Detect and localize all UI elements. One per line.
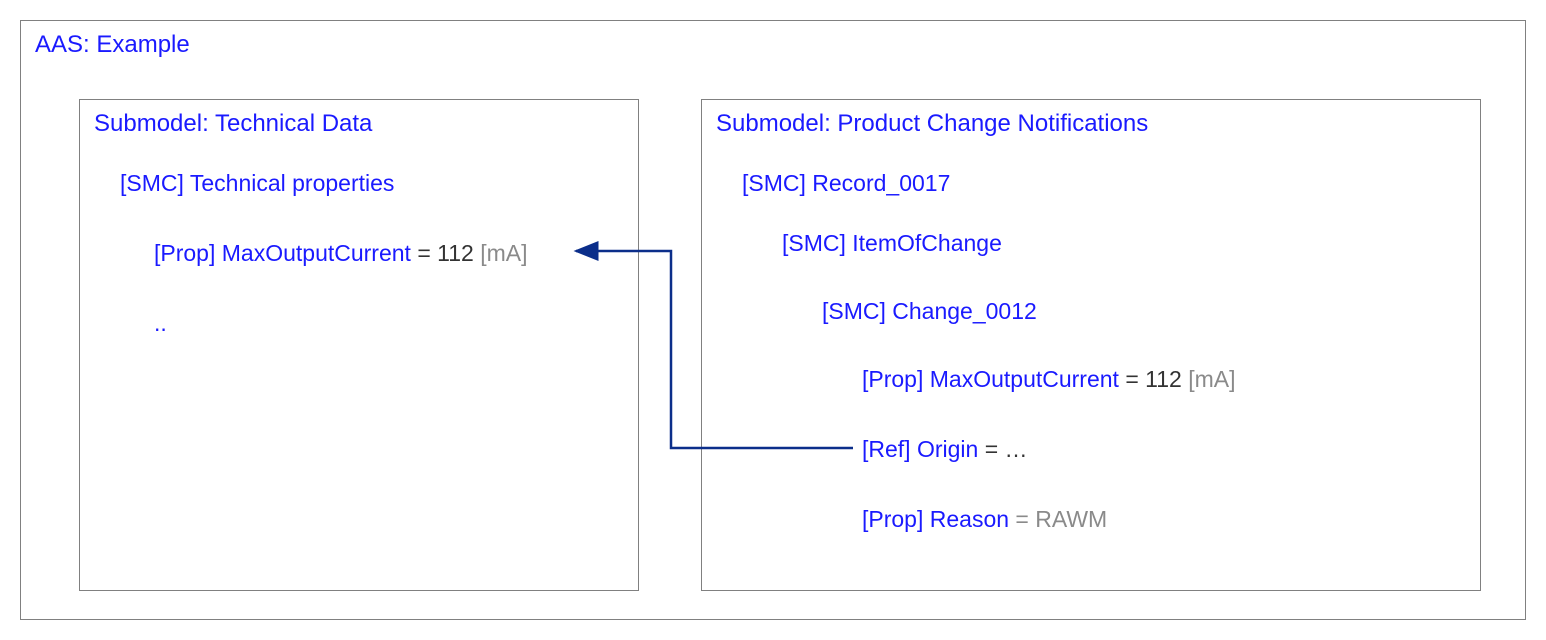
- smc-record-0017: [SMC] Record_0017: [742, 170, 950, 197]
- prop-eq: =: [1009, 506, 1035, 532]
- smc-item-of-change: [SMC] ItemOfChange: [782, 230, 1002, 257]
- ref-label: [Ref] Origin: [862, 436, 978, 462]
- smc-change-0012: [SMC] Change_0012: [822, 298, 1037, 325]
- prop-unit: [mA]: [1182, 366, 1236, 392]
- ellipsis: ..: [154, 310, 167, 337]
- smc-technical-properties: [SMC] Technical properties: [120, 170, 394, 197]
- submodel-technical-data: Submodel: Technical Data [SMC] Technical…: [79, 99, 639, 591]
- aas-title: AAS: Example: [35, 31, 190, 59]
- prop-max-output-current-right: [Prop] MaxOutputCurrent = 112 [mA]: [862, 366, 1236, 393]
- prop-label: [Prop] MaxOutputCurrent: [154, 240, 411, 266]
- prop-unit: [mA]: [474, 240, 528, 266]
- aas-container: AAS: Example Submodel: Technical Data [S…: [20, 20, 1526, 620]
- submodel-technical-data-title: Submodel: Technical Data: [94, 110, 372, 138]
- submodel-product-change-notifications: Submodel: Product Change Notifications […: [701, 99, 1481, 591]
- prop-value: RAWM: [1035, 506, 1107, 532]
- prop-max-output-current-left: [Prop] MaxOutputCurrent = 112 [mA]: [154, 240, 528, 267]
- submodel-pcn-title: Submodel: Product Change Notifications: [716, 110, 1148, 138]
- prop-label: [Prop] Reason: [862, 506, 1009, 532]
- prop-reason: [Prop] Reason = RAWM: [862, 506, 1107, 533]
- ref-origin: [Ref] Origin = …: [862, 436, 1028, 463]
- prop-eq: =: [1119, 366, 1145, 392]
- ref-value: …: [1005, 436, 1028, 462]
- prop-value: 112: [437, 240, 474, 266]
- ref-eq: =: [978, 436, 1004, 462]
- prop-value: 112: [1145, 366, 1182, 392]
- prop-label: [Prop] MaxOutputCurrent: [862, 366, 1119, 392]
- prop-eq: =: [411, 240, 437, 266]
